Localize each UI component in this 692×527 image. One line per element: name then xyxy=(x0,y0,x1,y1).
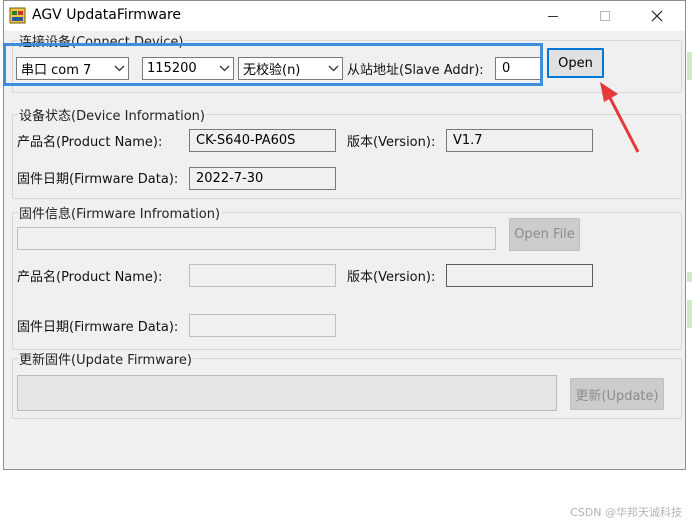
device-version-label: 版本(Version): xyxy=(347,135,436,150)
firmware-product-name-label: 产品名(Product Name): xyxy=(17,270,163,285)
watermark: CSDN @华邦天诚科技 xyxy=(570,506,682,519)
connect-settings-highlight xyxy=(3,43,543,86)
app-icon xyxy=(9,7,26,24)
device-information-legend: 设备状态(Device Information) xyxy=(19,109,205,124)
firmware-date-field xyxy=(189,314,336,337)
device-firmware-date-field: 2022-7-30 xyxy=(189,167,336,190)
update-button[interactable]: 更新(Update) xyxy=(570,378,664,410)
firmware-information-legend: 固件信息(Firmware Infromation) xyxy=(19,207,221,222)
maximize-button[interactable] xyxy=(582,1,628,31)
firmware-file-path-field xyxy=(17,227,496,250)
close-button[interactable] xyxy=(634,1,680,31)
background-right-edge xyxy=(687,0,692,527)
arrow-icon xyxy=(600,82,640,153)
open-button[interactable]: Open xyxy=(547,48,604,78)
close-icon xyxy=(651,10,663,22)
firmware-product-name-field xyxy=(189,264,336,287)
minimize-icon xyxy=(548,15,558,17)
device-firmware-date-label: 固件日期(Firmware Data): xyxy=(17,172,179,187)
firmware-date-label: 固件日期(Firmware Data): xyxy=(17,320,179,335)
device-version-field: V1.7 xyxy=(446,129,593,152)
device-product-name-field: CK-S640-PA60S xyxy=(189,129,336,152)
title-bar[interactable]: AGV UpdataFirmware xyxy=(4,1,685,31)
minimize-button[interactable] xyxy=(530,1,576,31)
firmware-version-label: 版本(Version): xyxy=(347,270,436,285)
device-product-name-label: 产品名(Product Name): xyxy=(17,135,163,150)
firmware-version-field xyxy=(446,264,593,287)
maximize-icon xyxy=(600,11,610,21)
update-firmware-legend: 更新固件(Update Firmware) xyxy=(19,353,192,368)
open-file-button[interactable]: Open File xyxy=(509,218,580,251)
window-title: AGV UpdataFirmware xyxy=(32,7,182,23)
update-progress-bar xyxy=(17,375,557,411)
